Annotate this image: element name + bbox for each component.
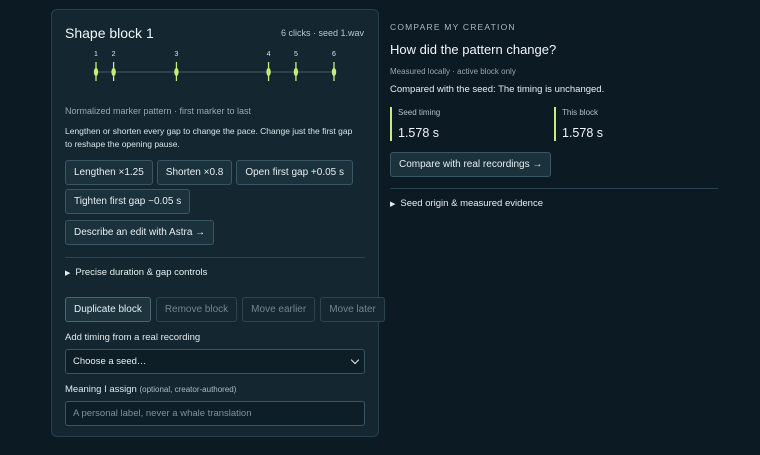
marker-dot[interactable] xyxy=(111,68,116,76)
marker-label: 2 xyxy=(112,51,116,58)
compare-panel: Compare my creation How did the pattern … xyxy=(390,22,718,209)
block-timing-stat: This block 1.578 s xyxy=(554,107,718,141)
marker-label: 1 xyxy=(94,51,98,58)
marker-dot[interactable] xyxy=(174,68,179,76)
open-first-gap-button[interactable]: Open first gap +0.05 s xyxy=(236,160,354,185)
seed-select[interactable]: Choose a seed… xyxy=(65,349,365,374)
compare-result: Compared with the seed: The timing is un… xyxy=(390,84,605,95)
compare-subtitle: Measured locally · active block only xyxy=(390,67,516,76)
marker-label: 5 xyxy=(294,51,298,58)
edit-help-text: Lengthen or shorten every gap to change … xyxy=(65,126,353,149)
block-header: Shape block 1 6 clicks · seed 1.wav xyxy=(65,24,364,42)
compare-question: How did the pattern change? xyxy=(390,42,557,57)
block-title: Shape block 1 xyxy=(65,25,154,41)
marker-label: 4 xyxy=(267,51,271,58)
shorten-button[interactable]: Shorten ×0.8 xyxy=(156,160,233,185)
precise-controls-label: Precise duration & gap controls xyxy=(75,267,208,278)
lengthen-button[interactable]: Lengthen ×1.25 xyxy=(65,160,153,185)
describe-edit-astra-button[interactable]: Describe an edit with Astra → xyxy=(65,220,215,245)
meaning-label-text: Meaning I assign xyxy=(65,384,137,395)
compare-real-recordings-button[interactable]: Compare with real recordings → xyxy=(390,152,552,177)
compare-eyebrow: Compare my creation xyxy=(390,22,516,32)
block-meta: 6 clicks · seed 1.wav xyxy=(280,28,364,38)
chevron-down-icon xyxy=(350,355,360,364)
marker-dot[interactable] xyxy=(293,68,299,76)
astra-row: Describe an edit with Astra → xyxy=(65,220,364,245)
divider xyxy=(390,188,718,189)
shape-block-panel: Shape block 1 6 clicks · seed 1.wav 1 2 3 4… xyxy=(51,9,385,437)
seed-timing-stat: Seed timing 1.578 s xyxy=(390,107,554,141)
duplicate-block-button[interactable]: Duplicate block xyxy=(65,297,151,322)
move-later-button[interactable]: Move later xyxy=(320,297,385,322)
marker-dot[interactable] xyxy=(93,68,99,76)
disclosure-triangle-icon: ▶ xyxy=(390,200,396,208)
remove-block-button[interactable]: Remove block xyxy=(155,297,238,322)
tighten-first-gap-button[interactable]: Tighten first gap −0.05 s xyxy=(65,189,191,214)
meaning-label: Meaning I assign (optional, creator-auth… xyxy=(65,384,364,395)
block-timing-value: 1.578 s xyxy=(562,126,604,140)
timing-stats: Seed timing 1.578 s This block 1.578 s xyxy=(390,107,718,141)
seed-select-value: Choose a seed… xyxy=(73,356,147,367)
move-earlier-button[interactable]: Move earlier xyxy=(242,297,316,322)
divider xyxy=(65,257,365,258)
edit-button-row: Lengthen ×1.25 Shorten ×0.8 Open first g… xyxy=(65,160,364,185)
seed-timing-value: 1.578 s xyxy=(398,126,440,140)
marker-timeline: 1 2 3 4 5 6 xyxy=(65,46,364,96)
seed-timing-label: Seed timing xyxy=(398,108,441,117)
seed-origin-label: Seed origin & measured evidence xyxy=(400,198,543,209)
timing-label: Add timing from a real recording xyxy=(65,332,201,343)
marker-pattern-chart: 1 2 3 4 5 6 xyxy=(93,51,337,81)
timeline-caption: Normalized marker pattern · first marker… xyxy=(65,106,252,116)
precise-controls-toggle[interactable]: ▶ Precise duration & gap controls xyxy=(65,267,364,278)
disclosure-triangle-icon: ▶ xyxy=(65,269,71,277)
meaning-input[interactable] xyxy=(65,401,365,426)
marker-label: 6 xyxy=(332,51,336,58)
block-timing-label: This block xyxy=(562,108,599,117)
marker-dot[interactable] xyxy=(266,68,271,76)
marker-dot[interactable] xyxy=(331,68,337,76)
edit-button-row-2: Tighten first gap −0.05 s xyxy=(65,189,364,214)
marker-label: 3 xyxy=(174,51,178,58)
meaning-optional-note: (optional, creator-authored) xyxy=(139,385,237,394)
seed-origin-toggle[interactable]: ▶ Seed origin & measured evidence xyxy=(390,198,718,209)
block-actions: Duplicate block Remove block Move earlie… xyxy=(65,297,385,322)
